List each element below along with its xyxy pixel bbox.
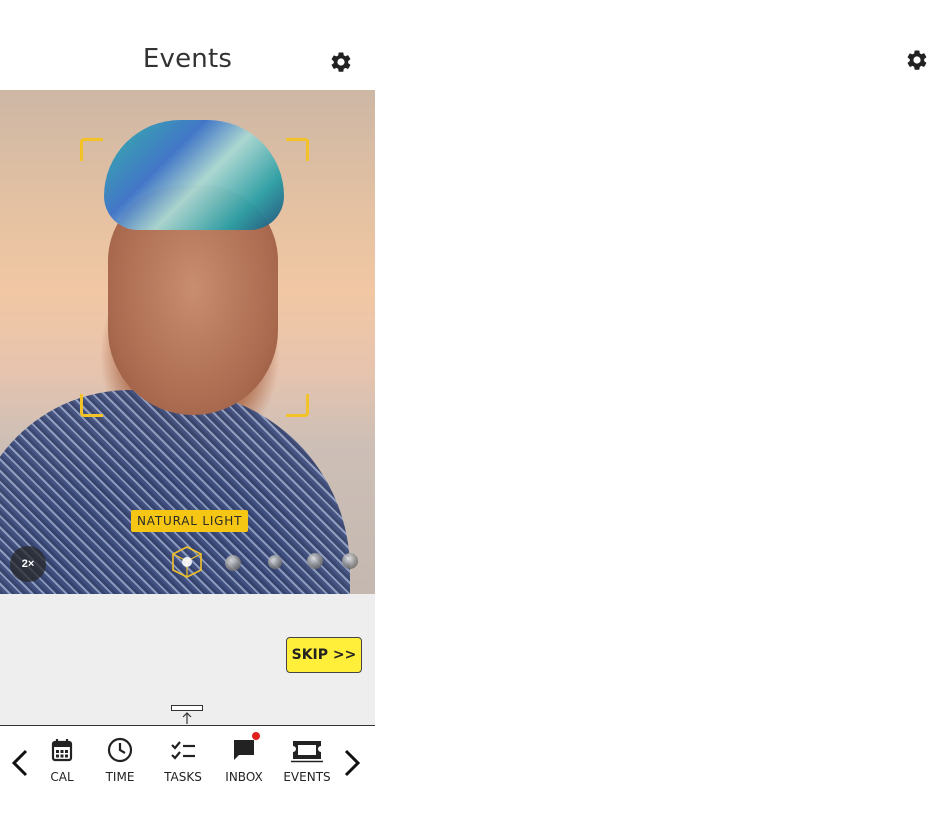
lighting-mode-label: NATURAL LIGHT <box>131 510 249 532</box>
camera-preview[interactable]: NATURAL LIGHT 2× <box>0 90 375 594</box>
natural-light-cube-icon[interactable] <box>170 545 204 579</box>
nav-label-cal: CAL <box>50 770 74 784</box>
nav-label-time: TIME <box>105 770 135 784</box>
clock-icon <box>106 736 134 764</box>
subject-headwrap <box>104 120 284 230</box>
nav-item-inbox[interactable]: INBOX <box>214 732 274 800</box>
app-screen: Events NATURAL LIGHT 2× SKIP >> CAL TIME… <box>0 0 375 813</box>
nav-item-cal[interactable]: CAL <box>32 736 92 800</box>
nav-label-inbox: INBOX <box>225 770 263 784</box>
nav-item-tasks[interactable]: TASKS <box>153 736 213 800</box>
skip-button[interactable]: SKIP >> <box>286 637 362 673</box>
focus-corner-top-right <box>286 138 309 161</box>
nav-prev-chevron-icon[interactable] <box>8 746 32 780</box>
page-title: Events <box>142 44 233 74</box>
nav-label-events: EVENTS <box>283 770 331 784</box>
nav-next-chevron-icon[interactable] <box>340 746 364 780</box>
stage-light-mono-option[interactable] <box>342 553 358 569</box>
nav-item-events[interactable]: EVENTS <box>277 736 337 800</box>
calendar-icon <box>48 736 76 764</box>
nav-label-tasks: TASKS <box>164 770 202 784</box>
upload-icon[interactable] <box>171 705 203 725</box>
ticket-icon <box>289 736 325 764</box>
zoom-button[interactable]: 2× <box>10 546 46 582</box>
nav-item-time[interactable]: TIME <box>90 736 150 800</box>
focus-corner-top-left <box>80 138 103 161</box>
header-bar: Events <box>0 0 375 90</box>
studio-light-option[interactable] <box>225 555 241 571</box>
stage-light-option[interactable] <box>307 553 323 569</box>
focus-corner-bottom-right <box>286 394 309 417</box>
focus-corner-bottom-left <box>80 394 103 417</box>
bottom-nav: CAL TIME TASKS INBOX EVENTS <box>0 725 375 813</box>
chat-icon <box>230 732 260 764</box>
secondary-settings-gear-icon[interactable] <box>905 48 929 72</box>
settings-gear-icon[interactable] <box>329 50 353 74</box>
notification-badge <box>252 732 260 740</box>
action-panel: SKIP >> <box>0 594 375 725</box>
tasks-icon <box>169 736 197 764</box>
contour-light-option[interactable] <box>268 555 282 569</box>
